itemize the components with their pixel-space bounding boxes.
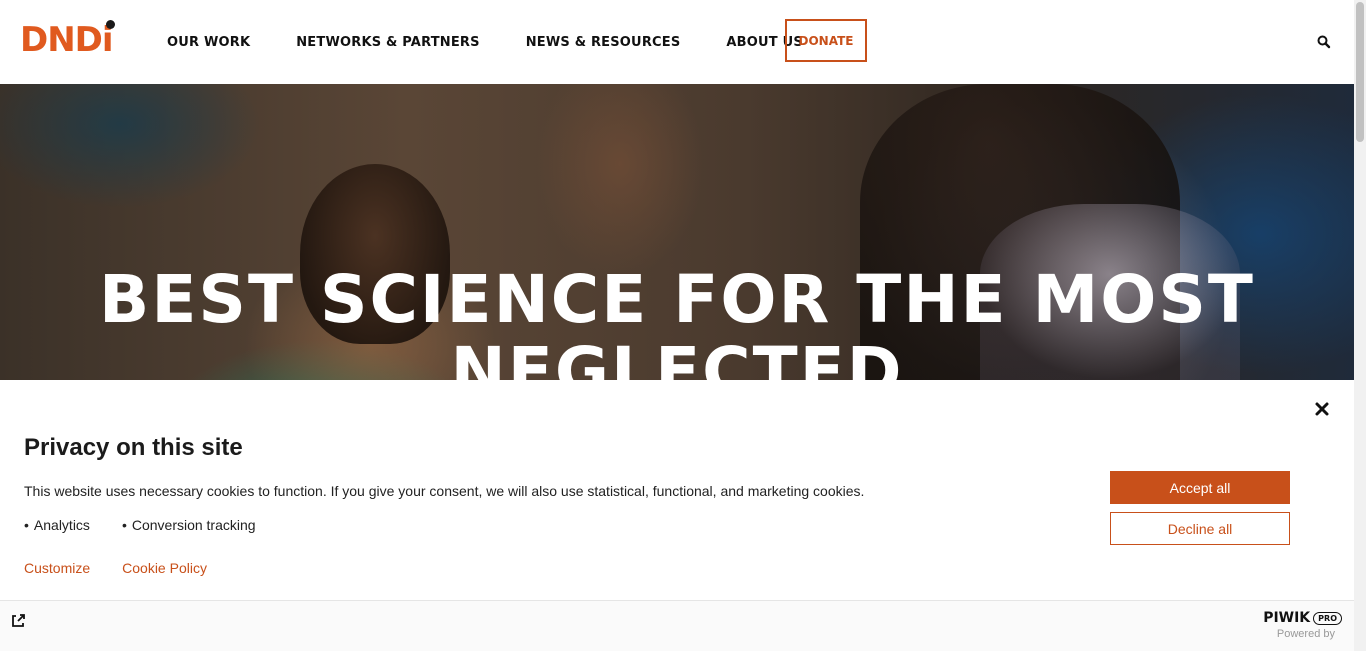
scrollbar-thumb[interactable]: [1356, 2, 1364, 142]
close-button[interactable]: [1312, 399, 1332, 419]
accept-all-button[interactable]: Accept all: [1110, 471, 1290, 504]
hero-banner: BEST SCIENCE FOR THE MOST NEGLECTED: [0, 84, 1354, 380]
consent-purposes: Analytics Conversion tracking: [24, 517, 288, 533]
nav-our-work[interactable]: OUR WORK: [167, 35, 250, 50]
cookie-consent-panel: Privacy on this site This website uses n…: [0, 380, 1354, 601]
cookie-policy-link[interactable]: Cookie Policy: [122, 560, 207, 576]
dndi-logo[interactable]: DNDi: [20, 20, 115, 60]
close-icon: [1315, 402, 1329, 416]
external-link-button[interactable]: [10, 613, 26, 629]
nav-networks-partners[interactable]: NETWORKS & PARTNERS: [296, 35, 479, 50]
powered-by-label: Powered by: [1276, 628, 1335, 640]
search-button[interactable]: [1316, 34, 1332, 50]
purpose-analytics: Analytics: [24, 517, 90, 533]
piwik-pro-logo[interactable]: PIWIK PRO: [1263, 610, 1342, 626]
external-link-icon: [12, 614, 25, 627]
consent-title: Privacy on this site: [24, 434, 243, 461]
search-icon: [1317, 35, 1331, 49]
piwik-brand: PIWIK: [1263, 610, 1311, 626]
consent-footer: PIWIK PRO Powered by: [0, 600, 1354, 651]
logo-text: DNDi: [20, 20, 114, 60]
piwik-pro-badge: PRO: [1313, 611, 1342, 625]
decline-all-button[interactable]: Decline all: [1110, 512, 1290, 545]
site-header: DNDi OUR WORK NETWORKS & PARTNERS NEWS &…: [0, 0, 1366, 84]
page-scrollbar[interactable]: [1354, 0, 1366, 651]
customize-link[interactable]: Customize: [24, 560, 90, 576]
nav-news-resources[interactable]: NEWS & RESOURCES: [526, 35, 681, 50]
donate-button[interactable]: DONATE: [785, 19, 867, 62]
main-nav: OUR WORK NETWORKS & PARTNERS NEWS & RESO…: [167, 0, 849, 84]
consent-description: This website uses necessary cookies to f…: [24, 483, 865, 499]
logo-dot: [105, 20, 115, 29]
consent-links: Customize Cookie Policy: [24, 560, 239, 576]
hero-title: BEST SCIENCE FOR THE MOST NEGLECTED: [99, 261, 1255, 381]
purpose-conversion-tracking: Conversion tracking: [122, 517, 256, 533]
